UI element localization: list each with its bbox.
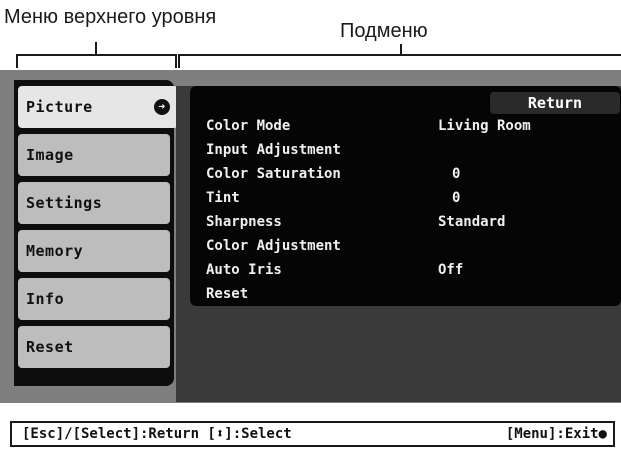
tab-settings[interactable]: Settings — [18, 182, 170, 224]
tab-reset[interactable]: Reset — [18, 326, 170, 368]
help-text-right: [Menu]:Exit● — [505, 426, 607, 442]
tab-label: Info — [26, 290, 65, 308]
help-bar: [Esc]/[Select]:Return [⬍]:Select [Menu]:… — [10, 421, 615, 447]
top-menu-bracket-pointer — [95, 42, 97, 55]
submenu-item-input-adjustment[interactable]: Input Adjustment — [206, 138, 341, 162]
submenu-item-color-mode[interactable]: Color Mode — [206, 114, 290, 138]
top-level-menu-callout: Меню верхнего уровня — [4, 6, 217, 28]
tab-picture[interactable]: Picture ➜ — [18, 86, 178, 128]
tab-label: Settings — [26, 194, 103, 212]
submenu-value-auto-iris: Off — [438, 262, 464, 278]
submenu-panel: Return Color Mode Living Room Input Adju… — [176, 86, 621, 402]
return-button[interactable]: Return — [490, 92, 620, 114]
submenu-bracket-left — [178, 54, 180, 68]
submenu-item-reset[interactable]: Reset — [206, 282, 248, 306]
help-text-left: [Esc]/[Select]:Return [⬍]:Select — [22, 426, 292, 442]
submenu-bracket-pointer — [400, 44, 402, 55]
tab-label: Memory — [26, 242, 84, 260]
submenu-item-color-adjustment[interactable]: Color Adjustment — [206, 234, 341, 258]
submenu-list: Return Color Mode Living Room Input Adju… — [190, 86, 621, 306]
submenu-item-sharpness[interactable]: Sharpness — [206, 210, 282, 234]
top-menu-bracket-left — [16, 54, 18, 68]
submenu-value-sharpness: Standard — [438, 214, 506, 230]
submenu-callout: Подменю — [340, 20, 428, 42]
tab-info[interactable]: Info — [18, 278, 170, 320]
submenu-value-tint: 0 — [452, 190, 461, 206]
submenu-item-auto-iris[interactable]: Auto Iris — [206, 258, 282, 282]
tab-memory[interactable]: Memory — [18, 230, 170, 272]
submenu-item-color-saturation[interactable]: Color Saturation — [206, 162, 341, 186]
tab-label: Picture — [26, 98, 93, 116]
submenu-item-tint[interactable]: Tint — [206, 186, 240, 210]
submenu-value-color-mode: Living Room — [438, 118, 531, 134]
top-level-menu: Picture ➜ Image Settings Memory Info Res… — [14, 80, 178, 386]
tab-image[interactable]: Image — [18, 134, 170, 176]
tab-label: Reset — [26, 338, 74, 356]
tab-label: Image — [26, 146, 74, 164]
submenu-value-color-saturation: 0 — [452, 166, 461, 182]
projector-menu-screen: Picture ➜ Image Settings Memory Info Res… — [0, 70, 621, 403]
top-menu-bracket-right — [175, 54, 177, 68]
right-arrow-circle-icon: ➜ — [154, 99, 170, 115]
